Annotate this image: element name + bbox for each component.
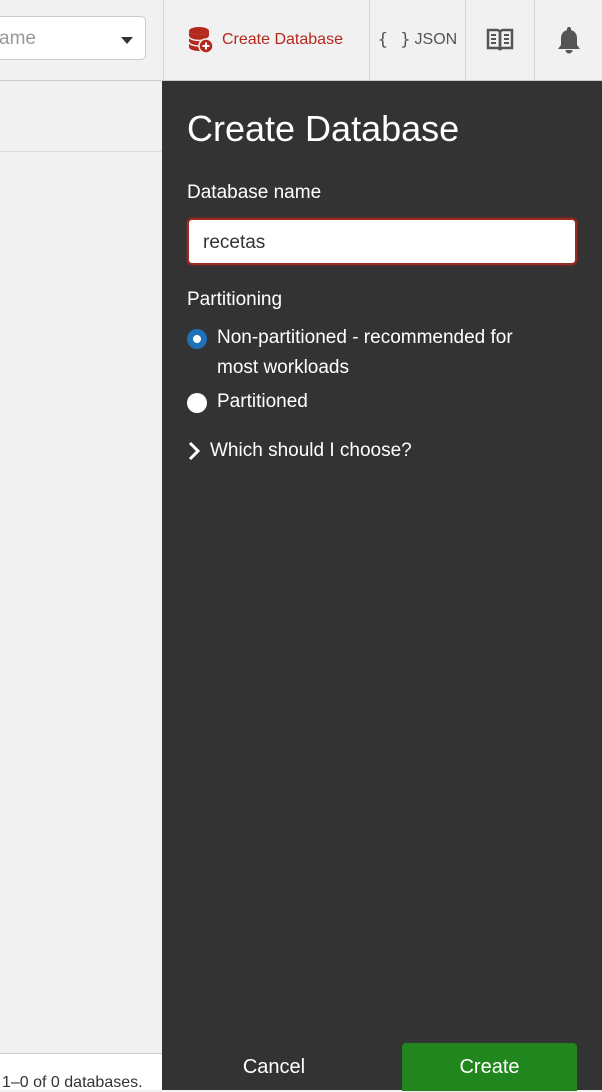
database-select[interactable]: ame <box>0 16 146 60</box>
non-partitioned-label: Non-partitioned - recommended for most w… <box>217 327 513 378</box>
database-select-placeholder: ame <box>0 28 36 49</box>
caret-down-icon <box>121 37 133 44</box>
divider <box>0 151 162 152</box>
tray-title: Create Database <box>187 108 460 149</box>
database-name-label: Database name <box>187 182 322 203</box>
create-database-label: Create Database <box>222 31 343 48</box>
pagination-text: 1–0 of 0 databases. <box>2 1074 143 1091</box>
partitioned-label: Partitioned <box>217 391 308 412</box>
databases-list-pane: 1–0 of 0 databases. <box>0 81 162 1091</box>
documentation-button[interactable] <box>466 0 534 80</box>
notifications-button[interactable] <box>535 0 602 80</box>
bell-icon <box>557 27 580 54</box>
create-database-button[interactable]: Create Database <box>164 0 369 80</box>
create-database-tray: Create Database Database name recetas Pa… <box>162 81 602 1091</box>
create-button[interactable]: Create <box>402 1043 577 1091</box>
cancel-button[interactable]: Cancel <box>204 1043 344 1091</box>
which-should-i-choose-toggle[interactable]: Which should I choose? <box>187 440 412 462</box>
top-header: ame Create Database { } JSON <box>0 0 602 81</box>
braces-icon: { } <box>377 30 412 50</box>
database-name-value: recetas <box>203 232 266 253</box>
partitioned-option[interactable]: Partitioned <box>187 391 547 417</box>
pagination-footer: 1–0 of 0 databases. <box>0 1053 162 1091</box>
chevron-right-icon <box>188 441 200 461</box>
which-should-i-choose-label: Which should I choose? <box>210 440 412 461</box>
partitioned-radio[interactable] <box>187 393 207 413</box>
non-partitioned-radio[interactable] <box>187 329 207 349</box>
non-partitioned-option[interactable]: Non-partitioned - recommended for most w… <box>187 327 547 383</box>
database-name-input[interactable]: recetas <box>187 218 577 265</box>
database-add-icon <box>188 27 214 54</box>
json-label: JSON <box>414 31 458 48</box>
partitioning-label: Partitioning <box>187 289 283 310</box>
json-button[interactable]: { } JSON <box>370 0 465 80</box>
book-icon <box>486 28 514 51</box>
